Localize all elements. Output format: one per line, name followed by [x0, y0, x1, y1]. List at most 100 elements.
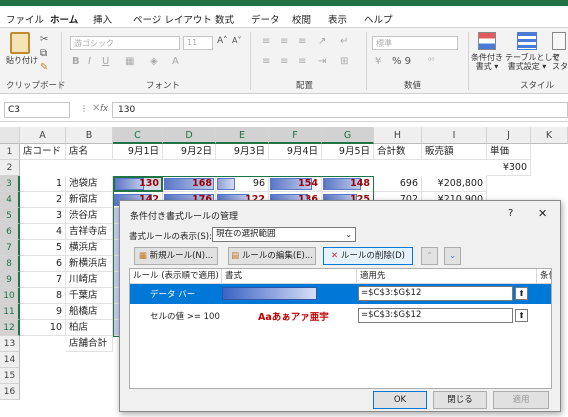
row-header-1[interactable]: 1	[0, 144, 20, 160]
store-code-cell[interactable]: 4	[20, 224, 66, 240]
range-picker-icon[interactable]: ⬆	[515, 309, 528, 322]
row-header-6[interactable]: 6	[0, 224, 20, 240]
col-header-d[interactable]: D	[163, 127, 216, 144]
tab-view[interactable]: 表示	[328, 12, 347, 26]
copy-icon[interactable]: ⧉	[40, 48, 47, 59]
name-box[interactable]: C3	[4, 102, 70, 118]
store-code-cell[interactable]: 3	[20, 208, 66, 224]
header-sep2[interactable]: 9月2日	[163, 144, 216, 160]
header-sep4[interactable]: 9月4日	[269, 144, 322, 160]
wrap-text-icon[interactable]: ↵	[340, 36, 348, 47]
store-code-cell[interactable]: 1	[20, 176, 66, 192]
align-left-icon[interactable]: ≡	[262, 56, 270, 67]
apply-button[interactable]: 適用	[493, 391, 549, 409]
formula-input[interactable]: 130	[112, 102, 568, 118]
store-code-cell[interactable]: 10	[20, 320, 66, 336]
store-name-cell[interactable]: 渋谷店	[66, 208, 113, 224]
bold-icon[interactable]: B	[72, 56, 80, 67]
underline-icon[interactable]: U	[102, 56, 109, 67]
edit-rule-button[interactable]: ▤ ルールの編集(E)...	[228, 247, 316, 265]
align-middle-icon[interactable]: ≡	[280, 36, 288, 47]
row-header-10[interactable]: 10	[0, 288, 20, 304]
col-header-b[interactable]: B	[66, 127, 113, 144]
font-color-icon[interactable]: A	[172, 56, 179, 67]
currency-icon[interactable]: ¥	[375, 56, 381, 67]
header-store-name[interactable]: 店名	[66, 144, 113, 160]
header-sep1[interactable]: 9月1日	[113, 144, 163, 160]
applies-to-field[interactable]: =$C$3:$G$12	[358, 308, 513, 323]
tab-formulas[interactable]: 数式	[215, 12, 234, 26]
format-as-table-button[interactable]: テーブルとして 書式設定 ▾	[505, 32, 560, 71]
select-all-corner[interactable]	[0, 127, 20, 144]
tab-review[interactable]: 校閲	[292, 12, 311, 26]
row-header-8[interactable]: 8	[0, 256, 20, 272]
rule-row-cellvalue[interactable]: セルの値 >= 100 Aaあぁアァ亜宇 =$C$3:$G$12 ⬆	[130, 306, 551, 326]
merge-icon[interactable]: ⊞	[340, 56, 348, 67]
col-header-f[interactable]: F	[269, 127, 322, 144]
store-name-cell[interactable]: 川崎店	[66, 272, 113, 288]
row-header-13[interactable]: 13	[0, 336, 20, 352]
store-name-cell[interactable]: 池袋店	[66, 176, 113, 192]
sales-amount-cell[interactable]: ¥208,800	[422, 176, 487, 192]
move-up-button[interactable]: ⌃	[421, 247, 438, 265]
store-name-cell[interactable]: 柏店	[66, 320, 113, 336]
sales-cell-d3[interactable]: 168	[163, 176, 216, 192]
store-name-cell[interactable]: 新横浜店	[66, 256, 113, 272]
tab-insert[interactable]: 挿入	[93, 12, 112, 26]
format-painter-icon[interactable]: ✎	[40, 62, 48, 73]
col-header-h[interactable]: H	[374, 127, 422, 144]
help-button[interactable]: ?	[508, 208, 513, 219]
align-bottom-icon[interactable]: ≡	[298, 36, 306, 47]
store-total-label[interactable]: 店舗合計	[66, 336, 113, 352]
percent-comma-icon[interactable]: % 9	[392, 56, 411, 67]
total-count-cell[interactable]: 696	[374, 176, 422, 192]
store-code-cell[interactable]: 2	[20, 192, 66, 208]
align-top-icon[interactable]: ≡	[262, 36, 270, 47]
row-header-5[interactable]: 5	[0, 208, 20, 224]
row-header-14[interactable]: 14	[0, 352, 20, 368]
font-name-combo[interactable]: 游ゴシック	[70, 36, 180, 50]
col-header-g[interactable]: G	[322, 127, 374, 144]
header-store-code[interactable]: 店コード	[20, 144, 66, 160]
col-header-c[interactable]: C	[113, 127, 163, 144]
tab-help[interactable]: ヘルプ	[364, 12, 393, 26]
align-center-icon[interactable]: ≡	[280, 56, 288, 67]
store-name-cell[interactable]: 吉祥寺店	[66, 224, 113, 240]
row-header-11[interactable]: 11	[0, 304, 20, 320]
row-header-12[interactable]: 12	[0, 320, 20, 336]
store-code-cell[interactable]: 6	[20, 256, 66, 272]
store-name-cell[interactable]: 千葉店	[66, 288, 113, 304]
number-format-combo[interactable]: 標準	[372, 36, 458, 50]
close-button[interactable]: 閉じる	[433, 391, 487, 409]
tab-page-layout[interactable]: ページ レイアウト	[133, 12, 212, 26]
conditional-formatting-button[interactable]: 条件付き 書式 ▾	[470, 32, 504, 71]
header-sales-amount[interactable]: 販売額	[422, 144, 487, 160]
tab-data[interactable]: データ	[251, 12, 280, 26]
col-header-k[interactable]: K	[531, 127, 568, 144]
row-header-2[interactable]: 2	[0, 160, 20, 176]
font-size-combo[interactable]: 11	[183, 36, 213, 50]
col-header-i[interactable]: I	[422, 127, 487, 144]
paste-button[interactable]: 貼り付け	[6, 32, 38, 65]
shrink-font-icon[interactable]: A˅	[232, 36, 241, 45]
scope-select[interactable]: 現在の選択範囲 ⌄	[212, 227, 356, 242]
header-total-count[interactable]: 合計数	[374, 144, 422, 160]
sales-cell-e3[interactable]: 96	[216, 176, 269, 192]
store-name-cell[interactable]: 船橋店	[66, 304, 113, 320]
store-code-cell[interactable]: 8	[20, 288, 66, 304]
store-code-cell[interactable]: 5	[20, 240, 66, 256]
border-icon[interactable]: ▦	[125, 56, 134, 67]
row-header-9[interactable]: 9	[0, 272, 20, 288]
unit-price-value[interactable]: ¥300	[487, 160, 531, 176]
store-name-cell[interactable]: 新宿店	[66, 192, 113, 208]
fill-color-icon[interactable]: ◈	[150, 56, 158, 67]
header-sep3[interactable]: 9月3日	[216, 144, 269, 160]
row-header-7[interactable]: 7	[0, 240, 20, 256]
new-rule-button[interactable]: ▦ 新規ルール(N)...	[134, 247, 218, 265]
store-code-cell[interactable]: 7	[20, 272, 66, 288]
function-icon[interactable]: fx	[100, 104, 108, 114]
header-sep5[interactable]: 9月5日	[322, 144, 374, 160]
col-header-e[interactable]: E	[216, 127, 269, 144]
decimal-icon[interactable]: ⁰⁰	[428, 56, 434, 65]
cut-icon[interactable]: ✂	[40, 34, 48, 45]
